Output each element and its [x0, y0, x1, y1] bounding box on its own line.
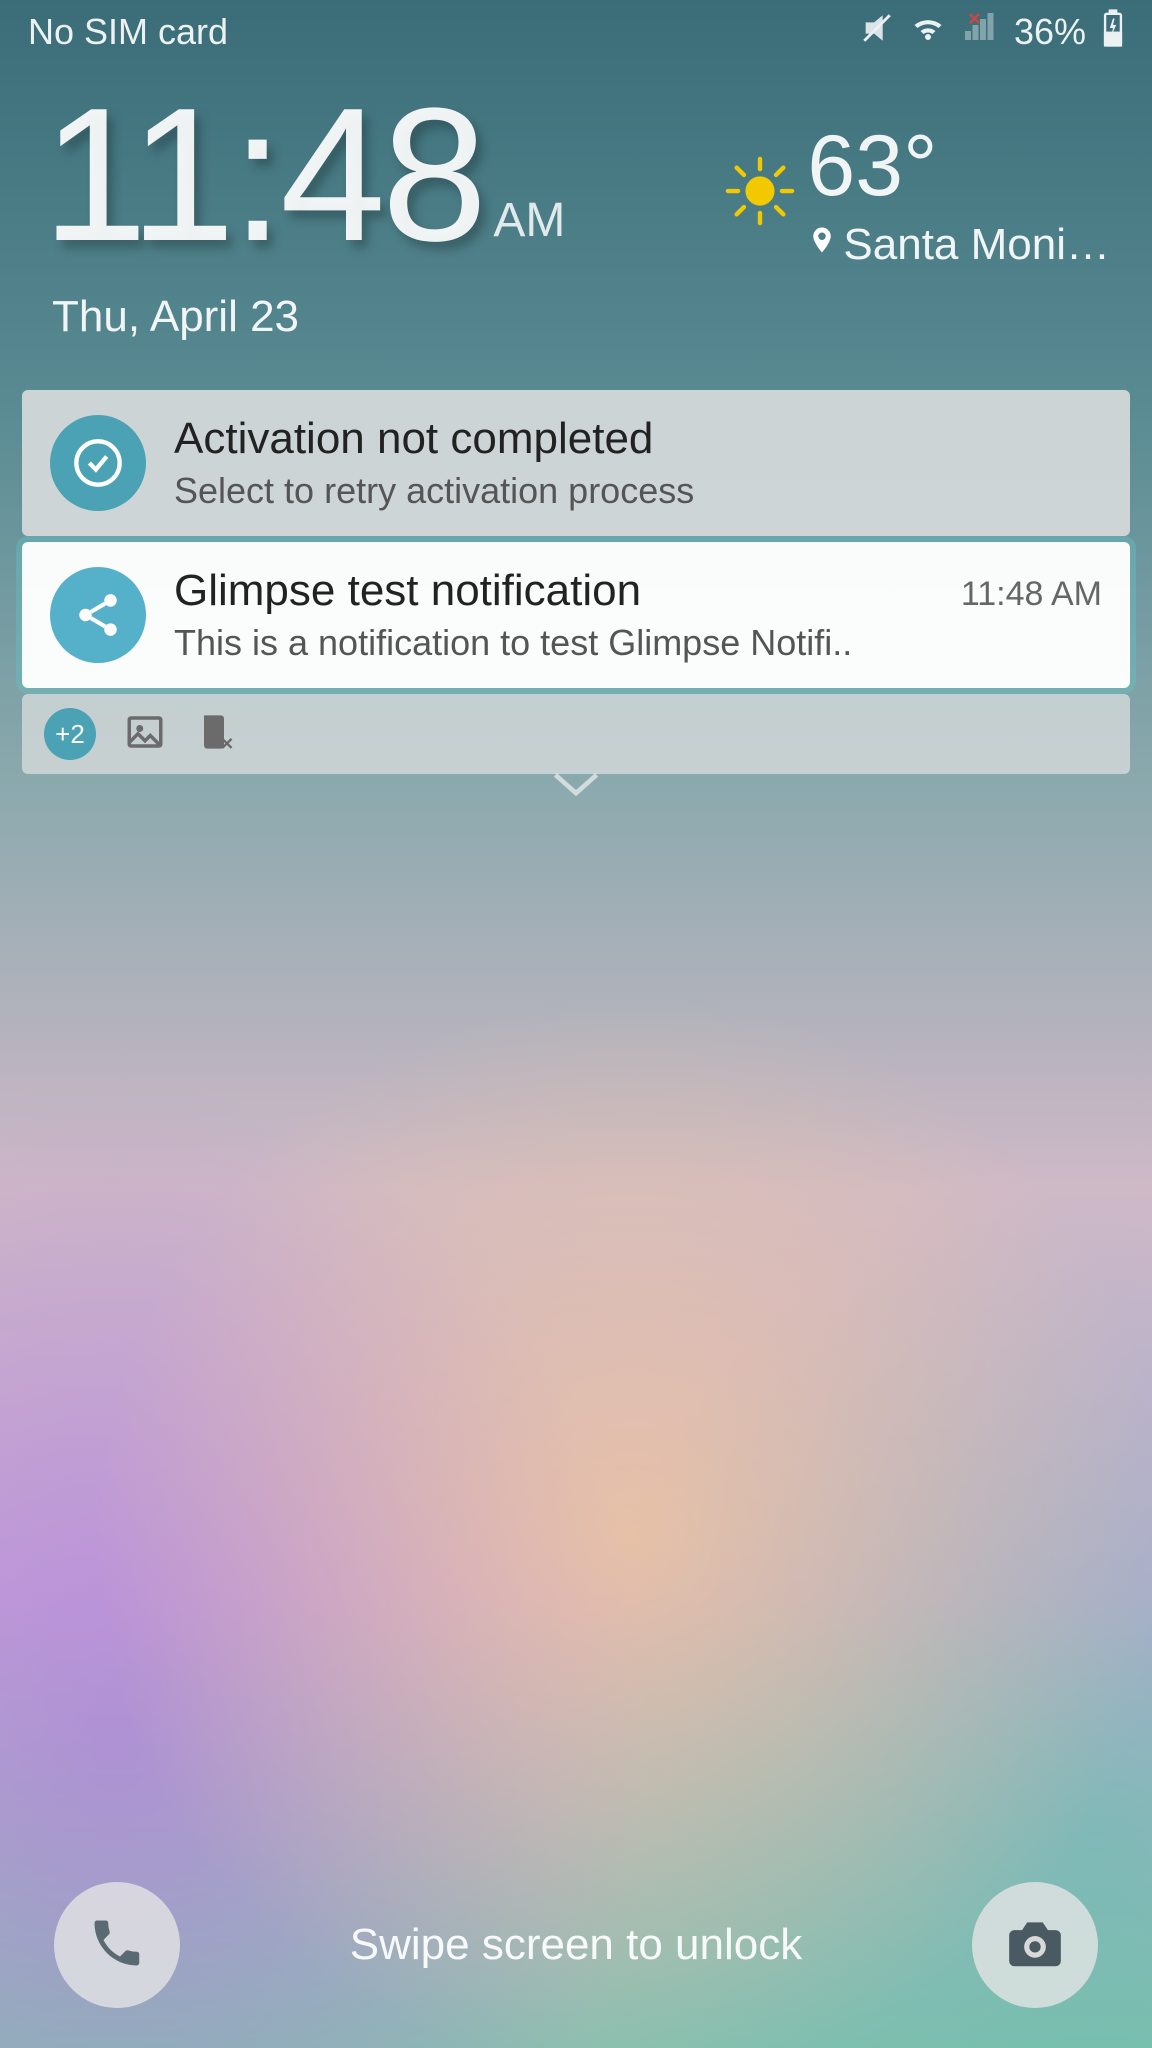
camera-button[interactable]: [972, 1882, 1098, 2008]
svg-text:×: ×: [221, 730, 234, 753]
notification-subtitle: This is a notification to test Glimpse N…: [174, 622, 1102, 664]
share-icon: [50, 567, 146, 663]
mute-icon: [860, 11, 894, 54]
unlock-hint: Swipe screen to unlock: [350, 1920, 802, 1970]
lock-screen[interactable]: No SIM card × 36% 11:48 AM: [0, 0, 1152, 2048]
location-pin-icon: [807, 220, 837, 270]
image-icon: [124, 711, 166, 758]
notification-tray[interactable]: +2 ×: [22, 694, 1130, 774]
signal-icon: ×: [962, 10, 998, 55]
sun-icon: [725, 156, 795, 231]
clock-ampm: AM: [493, 193, 565, 248]
camera-icon: [1004, 1912, 1066, 1979]
carrier-label: No SIM card: [28, 11, 228, 53]
check-circle-icon: [50, 415, 146, 511]
status-bar-right: × 36%: [860, 9, 1124, 56]
phone-button[interactable]: [54, 1882, 180, 2008]
notification-title: Glimpse test notification: [174, 566, 641, 616]
weather-location: Santa Moni…: [843, 220, 1110, 270]
clock-time: 11:48: [42, 80, 483, 270]
clock-date: Thu, April 23: [52, 292, 1110, 342]
clock-weather-widget: 11:48 AM 63° Santa Moni… Thu, April 23: [42, 80, 1110, 342]
notification-glimpse[interactable]: Glimpse test notification 11:48 AM This …: [22, 542, 1130, 688]
battery-charging-icon: [1102, 9, 1124, 56]
weather-temp: 63°: [807, 117, 937, 216]
notification-activation[interactable]: Activation not completed Select to retry…: [22, 390, 1130, 536]
status-bar: No SIM card × 36%: [0, 0, 1152, 64]
chevron-down-icon[interactable]: [548, 768, 604, 805]
phone-icon: [87, 1913, 147, 1978]
notification-time: 11:48 AM: [961, 575, 1102, 614]
sd-error-icon: ×: [194, 711, 234, 758]
notification-title: Activation not completed: [174, 414, 653, 464]
notifications-list: Activation not completed Select to retry…: [22, 390, 1130, 774]
notification-subtitle: Select to retry activation process: [174, 470, 1102, 512]
bottom-bar: Swipe screen to unlock: [0, 1882, 1152, 2008]
battery-percent: 36%: [1014, 11, 1086, 53]
more-count-badge: +2: [44, 708, 96, 760]
wifi-icon: [910, 10, 946, 55]
weather-widget[interactable]: 63° Santa Moni…: [725, 117, 1110, 270]
